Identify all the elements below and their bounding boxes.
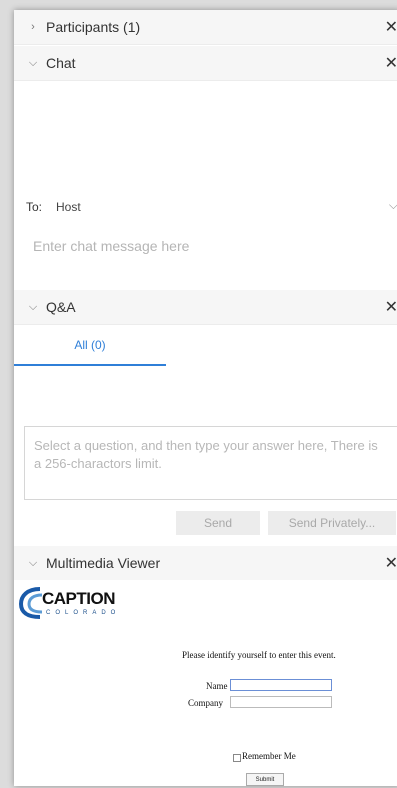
close-icon[interactable]: ✕	[385, 53, 397, 73]
chat-title: Chat	[46, 55, 76, 71]
logo-subtitle: COLORADO	[46, 610, 121, 616]
chat-messages-area	[14, 81, 397, 191]
close-icon[interactable]: ✕	[385, 553, 397, 573]
company-label: Company	[188, 698, 223, 708]
answer-input[interactable]	[24, 426, 397, 500]
close-icon[interactable]: ✕	[385, 17, 397, 37]
sidebar-panel: › Participants (1) ✕ ⌵ Chat ✕ To: Host ⌵ …	[14, 10, 397, 786]
chat-header[interactable]: ⌵ Chat ✕	[14, 46, 397, 81]
logo-word: CAPTION	[42, 589, 116, 608]
qa-header[interactable]: ⌵ Q&A ✕	[14, 290, 397, 325]
to-label: To:	[26, 200, 43, 214]
caption-colorado-logo: CAPTION COLORADO	[18, 586, 128, 626]
chevron-down-icon: ⌵	[28, 56, 38, 69]
qa-title: Q&A	[46, 299, 76, 315]
recipient-select[interactable]: Host	[56, 200, 81, 214]
remember-me-checkbox[interactable]	[233, 754, 241, 762]
multimedia-title: Multimedia Viewer	[46, 555, 161, 571]
chevron-down-icon: ⌵	[28, 300, 38, 313]
send-button[interactable]: Send	[176, 511, 260, 535]
identify-prompt: Please identify yourself to enter this e…	[182, 650, 336, 660]
chat-recipient-row[interactable]: To: Host	[26, 200, 81, 214]
submit-button[interactable]: Submit	[246, 773, 284, 786]
multimedia-content: CAPTION COLORADO Please identify yoursel…	[14, 580, 397, 786]
remember-me-label: Remember Me	[242, 751, 296, 761]
participants-title: Participants (1)	[46, 19, 141, 35]
multimedia-header[interactable]: ⌵ Multimedia Viewer ✕	[14, 546, 397, 581]
chevron-right-icon: ›	[31, 21, 35, 33]
name-field[interactable]	[230, 679, 332, 691]
chevron-down-icon[interactable]: ⌵	[389, 198, 397, 213]
close-icon[interactable]: ✕	[385, 297, 397, 317]
qa-question-list	[14, 368, 397, 422]
chat-message-input[interactable]	[33, 234, 393, 258]
name-label: Name	[206, 681, 228, 691]
participants-header[interactable]: › Participants (1) ✕	[14, 10, 397, 45]
chevron-down-icon: ⌵	[28, 556, 38, 569]
tab-all[interactable]: All (0)	[14, 330, 166, 366]
company-field[interactable]	[230, 696, 332, 708]
send-privately-button[interactable]: Send Privately...	[268, 511, 396, 535]
